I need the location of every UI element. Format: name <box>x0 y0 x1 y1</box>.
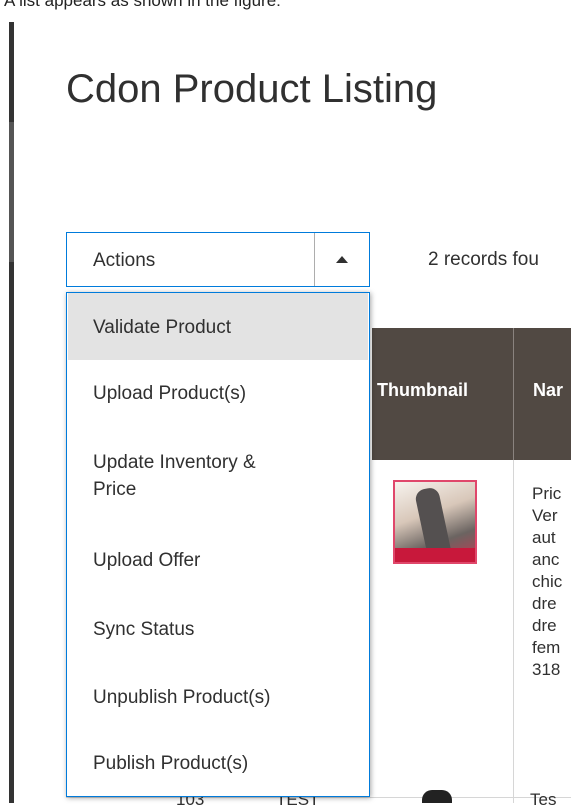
dropdown-toggle[interactable] <box>314 233 369 286</box>
name-line: Pric <box>532 484 562 503</box>
menu-item-label: Price <box>93 479 137 500</box>
caption-text: A list appears as shown in the figure: <box>4 0 281 10</box>
row-name-cell: Pric Ver aut anc chic dre dre fem 318 <box>532 483 562 681</box>
actions-dropdown[interactable]: Actions <box>66 232 370 287</box>
menu-item-label: Unpublish Product(s) <box>93 687 271 708</box>
left-scroll-bar <box>9 22 14 803</box>
name-line: Ver <box>532 506 558 525</box>
name-line: fem <box>532 638 561 657</box>
name-line: 318 <box>532 660 561 679</box>
menu-item-label: Sync Status <box>93 619 195 640</box>
menu-item-label: Upload Product(s) <box>93 383 247 404</box>
menu-item-label: Update Inventory & <box>93 452 256 473</box>
name-line: dre <box>532 594 557 613</box>
product-thumbnail-image[interactable] <box>393 480 477 564</box>
name-line: dre <box>532 616 557 635</box>
product-thumbnail-image[interactable] <box>422 790 452 803</box>
menu-item-publish-products[interactable]: Publish Product(s) <box>68 731 368 795</box>
column-divider <box>513 460 514 803</box>
menu-item-update-inventory-price[interactable]: Update Inventory & Price <box>68 427 368 525</box>
actions-menu: Validate Product Upload Product(s) Updat… <box>66 292 370 797</box>
name-line: chic <box>532 572 563 591</box>
actions-label: Actions <box>93 250 156 271</box>
caret-up-icon <box>336 256 348 263</box>
name-line: aut <box>532 528 556 547</box>
page-title: Cdon Product Listing <box>66 66 438 111</box>
menu-item-upload-products[interactable]: Upload Product(s) <box>68 360 368 427</box>
menu-item-label: Publish Product(s) <box>93 753 249 774</box>
menu-item-upload-offer[interactable]: Upload Offer <box>68 525 368 595</box>
name-line: anc <box>532 550 560 569</box>
menu-item-sync-status[interactable]: Sync Status <box>68 595 368 663</box>
header-divider <box>513 328 514 460</box>
menu-item-validate-product[interactable]: Validate Product <box>68 293 368 360</box>
records-count: 2 records fou <box>428 249 539 270</box>
menu-item-unpublish-products[interactable]: Unpublish Product(s) <box>68 663 368 731</box>
column-header-name[interactable]: Nar <box>533 380 563 401</box>
column-header-thumbnail[interactable]: Thumbnail <box>377 380 468 401</box>
row2-name-cell: Tes <box>530 790 557 809</box>
menu-item-label: Upload Offer <box>93 550 201 571</box>
menu-item-label: Validate Product <box>93 317 232 338</box>
